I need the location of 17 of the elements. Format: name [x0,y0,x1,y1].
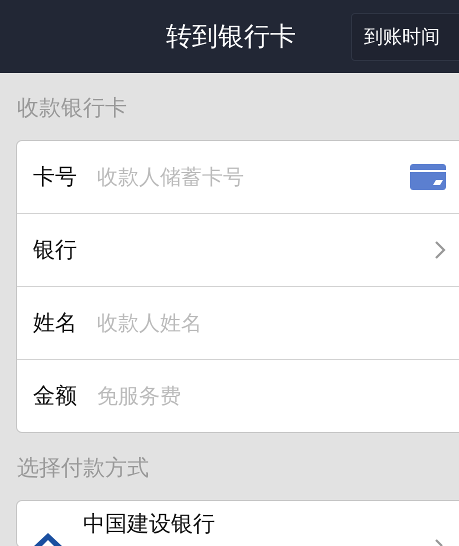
field-label: 金额 [33,383,78,411]
field-label: 姓名 [33,310,78,338]
field-label: 银行 [33,237,78,265]
input-field[interactable]: 收款人储蓄卡号 [97,165,410,189]
card-icon[interactable] [410,164,446,190]
section-label: 收款银行卡 [16,95,128,123]
payment-method-row[interactable]: 中国建设银行 [17,501,459,546]
screen-title: 转到银行卡 [166,21,296,54]
bank-name: 中国建设银行 [83,511,215,539]
section-label: 选择付款方式 [16,455,150,483]
field-label: 卡号 [33,164,78,192]
input-field[interactable]: 收款人姓名 [97,311,446,335]
arrival-time-button[interactable]: 到账时间 [351,12,459,60]
bank-select-row[interactable]: 银行 [17,213,459,286]
chevron-icon [434,240,446,260]
input-field[interactable]: 免服务费 [97,384,446,408]
bank-logo-icon [33,531,63,546]
